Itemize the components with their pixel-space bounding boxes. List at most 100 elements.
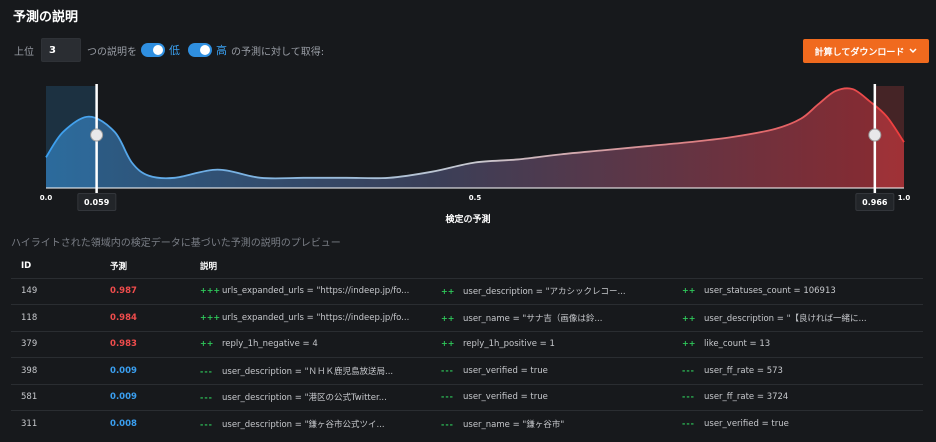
row-id: 581	[11, 383, 101, 411]
row-id: 379	[11, 330, 101, 358]
explanation-item: --- user_description = "鎌ヶ谷市公式ツイ...	[200, 418, 441, 430]
controls-mid-text: つの説明を	[87, 46, 137, 58]
explanation-item: --- user_name = "鎌ヶ谷市"	[441, 418, 682, 430]
explanations-table: ID 予測 説明 149 0.987 +++ urls_expanded_urls =…	[11, 254, 923, 437]
explanation-text: user_verified = true	[704, 419, 789, 429]
row-explanations: --- user_description = "鎌ヶ谷市公式ツイ... --- use…	[190, 410, 923, 437]
explanation-text: reply_1h_positive = 1	[463, 339, 555, 349]
table-row[interactable]: 379 0.983 ++ reply_1h_negative = 4 ++ reply_1…	[11, 330, 923, 358]
explanation-item: --- user_description = "港区の公式Twitter...	[200, 391, 441, 403]
high-toggle[interactable]	[188, 43, 212, 57]
explanation-strength: +++	[200, 312, 221, 322]
x-tick-label: 1.0	[897, 194, 911, 202]
explanation-strength: ---	[682, 392, 695, 402]
row-id: 118	[11, 304, 101, 331]
column-header-prediction: 予測	[110, 261, 128, 272]
x-tick-label: 0.0	[39, 194, 53, 202]
x-axis-label: 検定の予測	[445, 215, 491, 225]
row-prediction: 0.009	[100, 357, 190, 384]
explanation-item: ++ user_description = "【良ければ一緒に...	[682, 312, 923, 324]
explanation-item: --- user_verified = true	[441, 366, 682, 376]
explanation-item: --- user_verified = true	[441, 392, 682, 402]
explanation-text: user_ff_rate = 3724	[704, 392, 789, 403]
high-threshold-handle[interactable]	[868, 128, 882, 142]
explanation-strength: ---	[441, 365, 454, 375]
explanation-text: user_verified = true	[463, 392, 548, 403]
explanation-strength: ++	[200, 339, 214, 348]
low-toggle[interactable]	[141, 43, 165, 57]
toggle-knob	[200, 45, 210, 55]
compute-download-button[interactable]: 計算してダウンロード	[803, 39, 929, 63]
explanation-strength: ---	[200, 366, 213, 376]
density-area	[46, 88, 904, 188]
explanation-item: ++ user_statuses_count = 106913	[682, 286, 923, 296]
explanation-text: user_name = "鎌ヶ谷市"	[463, 420, 565, 430]
chevron-down-icon	[909, 47, 917, 56]
explanation-item: --- user_verified = true	[682, 419, 923, 429]
explanation-text: user_statuses_count = 106913	[704, 286, 836, 297]
low-threshold-badge: 0.059	[76, 193, 117, 211]
row-prediction: 0.008	[100, 410, 190, 437]
row-explanations: +++ urls_expanded_urls = "https://indeep.…	[190, 304, 923, 331]
column-header-explanation: 説明	[200, 261, 218, 272]
row-prediction: 0.983	[100, 330, 190, 358]
explanation-count-input[interactable]	[41, 38, 81, 62]
low-highlight-region	[46, 86, 97, 188]
explanation-item: ++ reply_1h_positive = 1	[441, 339, 682, 349]
explanation-item: ++ reply_1h_negative = 4	[200, 339, 441, 349]
table-row[interactable]: 398 0.009 --- user_description = "ＮＨＫ鹿児島放送局…	[11, 357, 923, 384]
explanation-text: user_description = "アカシックレコー...	[463, 287, 626, 298]
explanation-strength: ++	[682, 313, 696, 323]
explanation-text: user_ff_rate = 573	[704, 365, 783, 376]
explanation-strength: ---	[682, 365, 695, 375]
explanation-strength: +++	[200, 286, 221, 296]
low-label: 低	[169, 44, 180, 57]
explanation-item: ++ like_count = 13	[682, 339, 923, 349]
row-explanations: +++ urls_expanded_urls = "https://indeep.…	[190, 277, 923, 305]
explanation-controls: 上位 つの説明を 低 高 の予測に対して取得:	[14, 38, 324, 62]
explanation-strength: ++	[441, 339, 455, 348]
explanation-text: user_description = "【良ければ一緒に...	[704, 313, 867, 324]
explanation-strength: ---	[200, 420, 213, 429]
row-prediction: 0.984	[100, 304, 190, 331]
explanation-strength: ---	[441, 420, 454, 429]
table-header-row: ID 予測 説明	[11, 254, 923, 278]
prediction-distribution-chart	[45, 84, 905, 196]
row-explanations: ++ reply_1h_negative = 4 ++ reply_1h_positi…	[190, 330, 923, 358]
explanation-item: +++ urls_expanded_urls = "https://indeep.…	[200, 313, 441, 323]
row-id: 398	[11, 357, 101, 384]
table-row[interactable]: 149 0.987 +++ urls_expanded_urls = "https:/…	[11, 277, 923, 305]
page-title: 予測の説明	[13, 10, 79, 25]
explanation-strength: ++	[441, 287, 455, 297]
preview-note: ハイライトされた領域内の検定データに基づいた予測の説明のプレビュー	[11, 238, 341, 249]
row-id: 311	[11, 410, 101, 437]
explanation-item: ++ user_name = "サナ吉（画像は鈴...	[441, 312, 682, 324]
row-prediction: 0.009	[100, 383, 190, 411]
table-row[interactable]: 311 0.008 --- user_description = "鎌ヶ谷市公式ツイ.…	[11, 410, 923, 437]
high-label: 高	[216, 44, 227, 57]
row-explanations: --- user_description = "ＮＨＫ鹿児島放送局... --- us…	[190, 357, 923, 384]
low-threshold-handle[interactable]	[90, 128, 104, 142]
row-explanations: --- user_description = "港区の公式Twitter... --…	[190, 383, 923, 411]
explanation-text: reply_1h_negative = 4	[222, 339, 318, 349]
explanation-text: user_description = "鎌ヶ谷市公式ツイ...	[222, 420, 385, 430]
explanation-text: user_description = "港区の公式Twitter...	[222, 393, 387, 404]
row-prediction: 0.987	[100, 277, 190, 305]
explanation-item: --- user_ff_rate = 573	[682, 366, 923, 376]
explanation-strength: ---	[682, 419, 695, 428]
table-row[interactable]: 581 0.009 --- user_description = "港区の公式Twit…	[11, 383, 923, 411]
explanation-strength: ++	[441, 313, 455, 323]
high-threshold-badge: 0.966	[855, 193, 895, 211]
explanation-item: --- user_description = "ＮＨＫ鹿児島放送局...	[200, 365, 441, 377]
explanation-item: ++ user_description = "アカシックレコー...	[441, 285, 682, 297]
explanation-text: user_name = "サナ吉（画像は鈴...	[463, 313, 603, 324]
explanation-text: urls_expanded_urls = "https://indeep.jp/…	[222, 286, 410, 297]
controls-prefix: 上位	[14, 46, 34, 58]
download-label: 計算してダウンロード	[814, 47, 905, 58]
explanation-strength: ---	[200, 393, 213, 403]
explanation-text: user_description = "ＮＨＫ鹿児島放送局...	[222, 366, 394, 377]
row-id: 149	[11, 277, 101, 305]
table-row[interactable]: 118 0.984 +++ urls_expanded_urls = "https:/…	[11, 304, 923, 331]
controls-suffix: の予測に対して取得:	[231, 46, 325, 58]
explanation-strength: ---	[441, 392, 454, 402]
